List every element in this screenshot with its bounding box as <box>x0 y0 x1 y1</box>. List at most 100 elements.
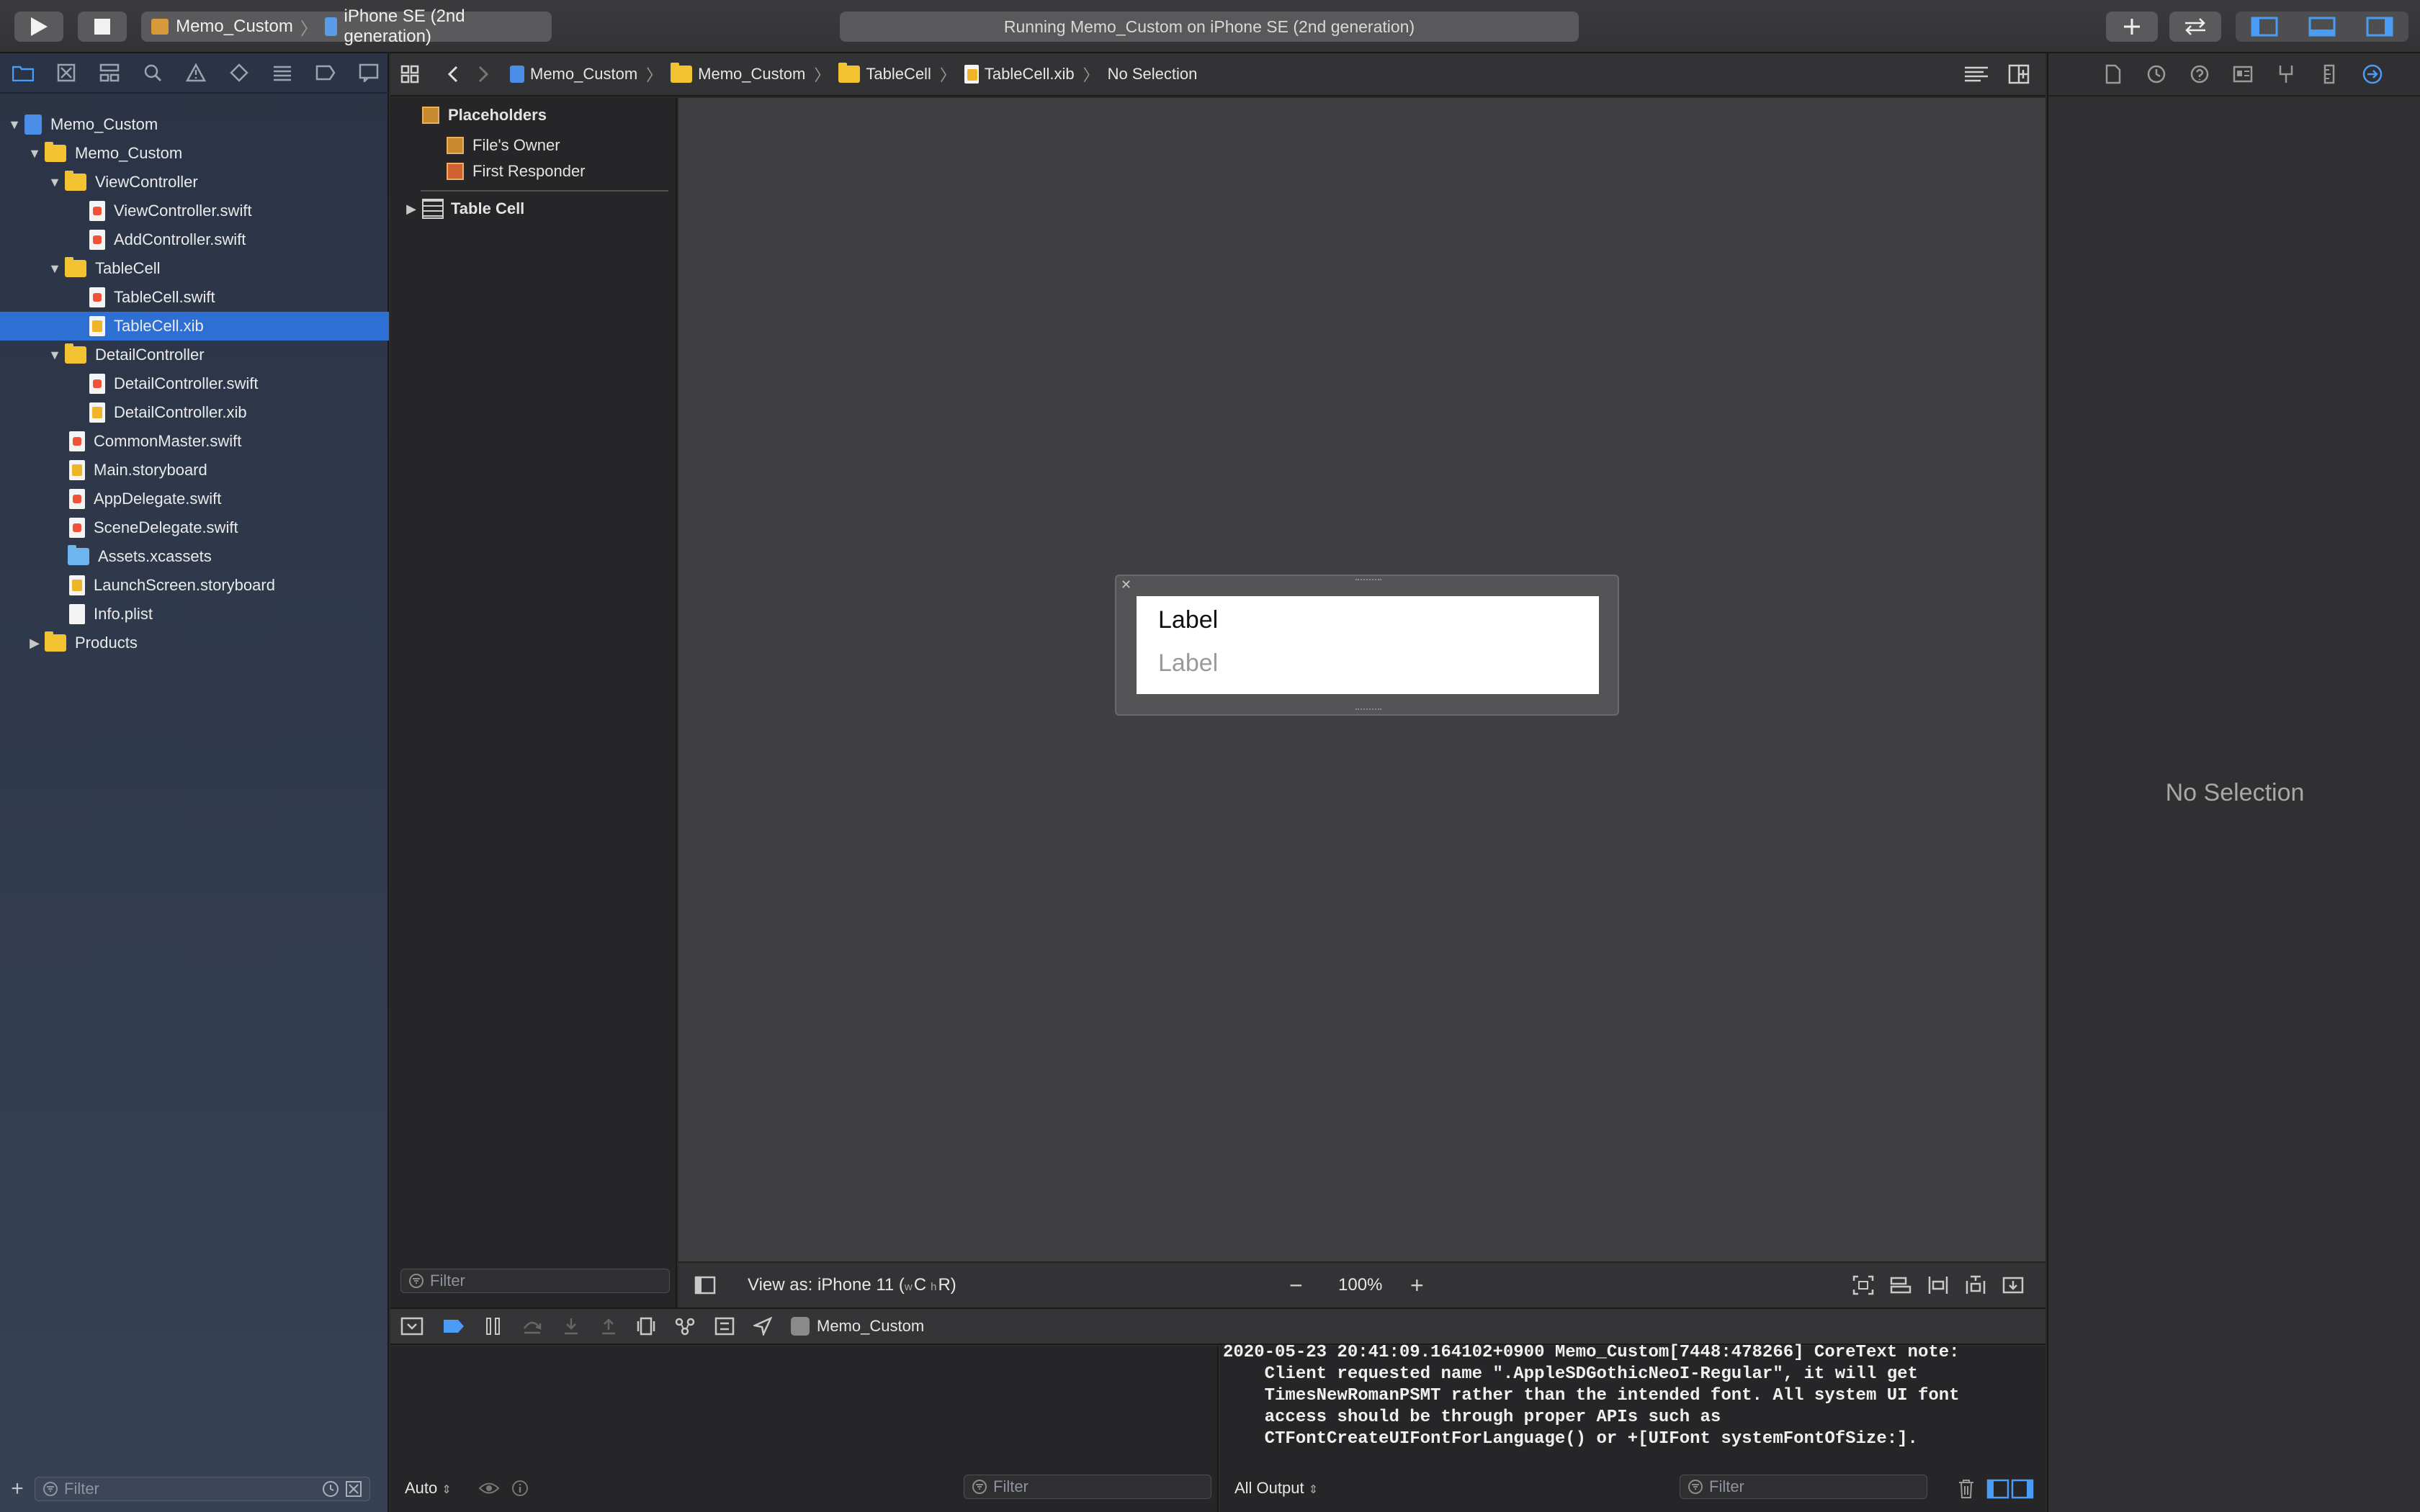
zoom-out-button[interactable]: − <box>1289 1272 1303 1299</box>
hide-debug-area-icon[interactable] <box>400 1317 424 1336</box>
forward-icon[interactable] <box>472 65 494 84</box>
debug-area-toggle-icon[interactable] <box>2308 17 2336 37</box>
add-file-button[interactable]: + <box>7 1477 27 1501</box>
library-button[interactable] <box>2106 12 2158 42</box>
cell-subtitle-label[interactable]: Label <box>1158 649 1218 678</box>
tree-item-file[interactable]: DetailController.swift <box>0 369 389 398</box>
tree-item-project[interactable]: ▼ Memo_Custom <box>0 110 389 139</box>
view-debugger-icon[interactable] <box>637 1317 655 1336</box>
variables-filter-input[interactable]: Filter <box>964 1475 1211 1499</box>
source-control-tab[interactable] <box>52 58 81 87</box>
variables-mode-selector[interactable]: Auto ⇕ <box>405 1479 452 1498</box>
debug-navigator-tab[interactable] <box>268 58 297 87</box>
editor-options-icon[interactable] <box>1963 65 1989 84</box>
tree-item-group[interactable]: ▼ Memo_Custom <box>0 139 389 168</box>
connections-inspector-tab[interactable] <box>2358 60 2387 89</box>
tree-item-group[interactable]: ▼ DetailController <box>0 341 389 369</box>
step-into-icon[interactable] <box>562 1317 581 1336</box>
tree-item-file[interactable]: AppDelegate.swift <box>0 485 389 513</box>
breakpoint-navigator-tab[interactable] <box>311 58 340 87</box>
tree-item-file-selected[interactable]: TableCell.xib <box>0 312 389 341</box>
split-view-icon[interactable] <box>1986 1479 2034 1499</box>
outline-item-files-owner[interactable]: File's Owner <box>390 132 676 158</box>
breadcrumb-selection[interactable]: No Selection <box>1108 65 1198 84</box>
history-inspector-tab[interactable] <box>2142 60 2171 89</box>
attributes-inspector-tab[interactable] <box>2272 60 2300 89</box>
identity-inspector-tab[interactable] <box>2228 60 2257 89</box>
add-constraints-icon[interactable] <box>1965 1275 1986 1295</box>
tree-item-file[interactable]: LaunchScreen.storyboard <box>0 571 389 600</box>
disclosure-open-icon[interactable]: ▼ <box>45 348 65 363</box>
disclosure-open-icon[interactable]: ▼ <box>45 261 65 276</box>
navigator-toggle-icon[interactable] <box>2251 17 2278 37</box>
close-icon[interactable]: ✕ <box>1121 577 1131 593</box>
zoom-level[interactable]: 100% <box>1338 1275 1382 1295</box>
quick-help-tab[interactable] <box>2185 60 2214 89</box>
tree-item-file[interactable]: SceneDelegate.swift <box>0 513 389 542</box>
project-navigator-tab[interactable] <box>9 58 37 87</box>
update-frames-icon[interactable] <box>1852 1275 1874 1295</box>
outline-filter-input[interactable]: Filter <box>400 1269 670 1293</box>
scheme-selector[interactable]: Memo_Custom 〉 iPhone SE (2nd generation) <box>141 6 552 46</box>
size-inspector-tab[interactable] <box>2315 60 2344 89</box>
stop-button[interactable] <box>78 12 127 42</box>
source-control-filter-icon[interactable] <box>345 1480 362 1498</box>
find-navigator-tab[interactable] <box>138 58 167 87</box>
cell-title-label[interactable]: Label <box>1158 606 1218 634</box>
info-icon[interactable] <box>511 1480 529 1497</box>
resize-handle-bottom[interactable] <box>1355 708 1381 713</box>
disclosure-open-icon[interactable]: ▼ <box>24 146 45 161</box>
view-as-selector[interactable]: View as: iPhone 11 ( w C h R) <box>748 1275 956 1295</box>
environment-overrides-icon[interactable] <box>714 1317 735 1336</box>
eye-icon[interactable] <box>478 1480 500 1496</box>
step-out-icon[interactable] <box>599 1317 618 1336</box>
related-items-icon[interactable] <box>400 65 419 84</box>
breadcrumb-group[interactable]: TableCell <box>838 63 931 84</box>
memory-graph-icon[interactable] <box>674 1317 696 1336</box>
tree-item-file[interactable]: CommonMaster.swift <box>0 427 389 456</box>
table-cell-scene[interactable]: ✕ Label Label <box>1115 575 1619 716</box>
disclosure-closed-icon[interactable]: ▶ <box>24 636 45 651</box>
tree-item-group[interactable]: ▼ TableCell <box>0 254 389 283</box>
disclosure-open-icon[interactable]: ▼ <box>4 117 24 132</box>
file-inspector-tab[interactable] <box>2099 60 2128 89</box>
embed-in-stack-icon[interactable] <box>1890 1275 1912 1295</box>
outline-item-table-cell[interactable]: ▶ Table Cell <box>390 196 676 222</box>
tree-item-group[interactable]: ▶ Products <box>0 629 389 657</box>
breakpoints-toggle-icon[interactable] <box>442 1318 465 1334</box>
navigator-filter-input[interactable]: Filter <box>35 1477 370 1501</box>
trash-icon[interactable] <box>1958 1479 1975 1499</box>
resolve-issues-icon[interactable] <box>2002 1275 2024 1295</box>
breadcrumb-group[interactable]: Memo_Custom <box>671 63 805 84</box>
simulate-location-icon[interactable] <box>753 1317 772 1336</box>
tree-item-file[interactable]: AddController.swift <box>0 225 389 254</box>
tree-item-file[interactable]: DetailController.xib <box>0 398 389 427</box>
inspector-toggle-icon[interactable] <box>2366 17 2393 37</box>
recent-files-icon[interactable] <box>322 1480 339 1498</box>
pause-icon[interactable] <box>484 1317 503 1336</box>
disclosure-open-icon[interactable]: ▼ <box>45 175 65 190</box>
breadcrumb-file[interactable]: TableCell.xib <box>964 65 1075 84</box>
run-button[interactable] <box>14 12 63 42</box>
code-review-button[interactable] <box>2169 12 2221 42</box>
report-navigator-tab[interactable] <box>354 58 383 87</box>
table-cell-content-view[interactable]: Label Label <box>1137 596 1599 694</box>
debug-target[interactable]: Memo_Custom <box>791 1317 924 1336</box>
tree-item-file[interactable]: Info.plist <box>0 600 389 629</box>
tree-item-file[interactable]: Main.storyboard <box>0 456 389 485</box>
zoom-in-button[interactable]: + <box>1410 1272 1424 1299</box>
align-icon[interactable] <box>1927 1275 1949 1295</box>
tree-item-file[interactable]: ViewController.swift <box>0 197 389 225</box>
back-icon[interactable] <box>442 65 464 84</box>
tree-item-group[interactable]: ▼ ViewController <box>0 168 389 197</box>
outline-placeholders-header[interactable]: Placeholders <box>390 102 676 128</box>
tree-item-file[interactable]: TableCell.swift <box>0 283 389 312</box>
console-filter-input[interactable]: Filter <box>1680 1475 1927 1499</box>
console-output-mode[interactable]: All Output ⇕ <box>1234 1479 1318 1498</box>
add-editor-icon[interactable] <box>2008 64 2030 84</box>
test-navigator-tab[interactable] <box>225 58 254 87</box>
toggle-outline-icon[interactable] <box>694 1276 716 1295</box>
console-view[interactable]: 2020-05-23 20:41:09.164102+0900 Memo_Cus… <box>1220 1343 2045 1512</box>
breadcrumb-project[interactable]: Memo_Custom <box>510 65 637 84</box>
issue-navigator-tab[interactable] <box>182 58 210 87</box>
